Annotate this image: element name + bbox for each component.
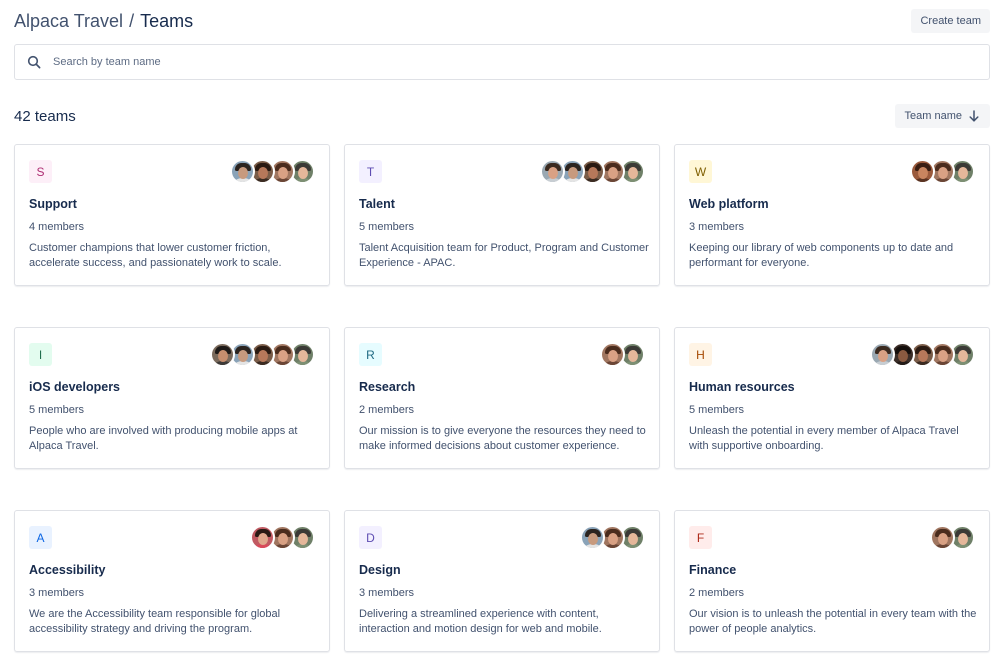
team-card[interactable]: F Finance 2 members Our vision is to unleas… xyxy=(674,510,990,652)
team-name[interactable]: Finance xyxy=(689,563,736,577)
search-icon xyxy=(27,55,41,69)
team-name[interactable]: Research xyxy=(359,380,415,394)
avatar[interactable] xyxy=(600,342,625,367)
team-card[interactable]: D Design 3 members Delivering a streamlined… xyxy=(344,510,660,652)
search-box[interactable] xyxy=(14,44,990,80)
team-description: Our mission is to give everyone the reso… xyxy=(359,425,646,452)
avatar[interactable] xyxy=(580,525,605,550)
page-header: Alpaca Travel / Teams Create team xyxy=(14,9,990,34)
team-grid: S Support 4 members Customer champions that… xyxy=(14,144,990,652)
member-avatars xyxy=(540,159,645,184)
team-card[interactable]: H Human resources 5 members Unleash the pot… xyxy=(674,327,990,469)
team-letter-badge: A xyxy=(29,526,52,549)
member-avatars xyxy=(210,342,315,367)
team-card[interactable]: R Research 2 members Our mission is to give… xyxy=(344,327,660,469)
breadcrumb: Alpaca Travel / Teams xyxy=(14,10,193,32)
avatar[interactable] xyxy=(540,159,565,184)
team-letter-badge: W xyxy=(689,160,712,183)
team-letter-badge: I xyxy=(29,343,52,366)
team-card[interactable]: T Talent 5 members Talent Acquisition team … xyxy=(344,144,660,286)
team-description: Delivering a streamlined experience with… xyxy=(359,608,602,635)
team-card[interactable]: S Support 4 members Customer champions that… xyxy=(14,144,330,286)
team-member-count: 3 members xyxy=(29,587,85,599)
team-member-count: 3 members xyxy=(689,221,745,233)
member-avatars xyxy=(910,159,975,184)
team-card[interactable]: IiOS developers 5 members People who are i… xyxy=(14,327,330,469)
team-description: People who are involved with producing m… xyxy=(29,425,298,452)
sort-button[interactable]: Team name xyxy=(894,104,990,128)
team-name[interactable]: Talent xyxy=(359,197,395,211)
avatar[interactable] xyxy=(930,525,955,550)
team-letter-badge: F xyxy=(689,526,712,549)
team-letter-badge: R xyxy=(359,343,382,366)
team-member-count: 2 members xyxy=(689,587,745,599)
avatar[interactable] xyxy=(210,342,235,367)
breadcrumb-separator: / xyxy=(129,11,135,31)
team-name[interactable]: Web platform xyxy=(689,197,769,211)
member-avatars xyxy=(230,159,315,184)
team-letter-badge: T xyxy=(359,160,382,183)
team-name[interactable]: Support xyxy=(29,197,77,211)
sort-button-label: Team name xyxy=(904,110,962,122)
team-count: 42 teams xyxy=(14,108,76,125)
member-avatars xyxy=(600,342,645,367)
arrow-down-icon xyxy=(968,110,980,122)
team-member-count: 5 members xyxy=(689,404,745,416)
search-input[interactable] xyxy=(53,56,953,68)
team-name[interactable]: iOS developers xyxy=(29,380,120,394)
team-description: Our vision is to unleash the potential i… xyxy=(689,608,977,635)
breadcrumb-parent-link[interactable]: Alpaca Travel xyxy=(14,11,123,31)
member-avatars xyxy=(930,525,975,550)
team-member-count: 5 members xyxy=(29,404,85,416)
team-name[interactable]: Human resources xyxy=(689,380,795,394)
member-avatars xyxy=(580,525,645,550)
team-letter-badge: D xyxy=(359,526,382,549)
team-letter-badge: H xyxy=(689,343,712,366)
team-member-count: 2 members xyxy=(359,404,415,416)
team-member-count: 4 members xyxy=(29,221,85,233)
team-name[interactable]: Design xyxy=(359,563,401,577)
team-name[interactable]: Accessibility xyxy=(29,563,105,577)
team-member-count: 3 members xyxy=(359,587,415,599)
team-description: Customer champions that lower customer f… xyxy=(29,242,282,269)
member-avatars xyxy=(250,525,315,550)
avatar[interactable] xyxy=(250,525,275,550)
team-description: Unleash the potential in every member of… xyxy=(689,425,959,452)
avatar[interactable] xyxy=(910,159,935,184)
create-team-button[interactable]: Create team xyxy=(911,9,990,33)
team-card[interactable]: A Accessibility 3 members We are the Access… xyxy=(14,510,330,652)
team-letter-badge: S xyxy=(29,160,52,183)
team-member-count: 5 members xyxy=(359,221,415,233)
team-description: Talent Acquisition team for Product, Pro… xyxy=(359,242,649,269)
member-avatars xyxy=(870,342,975,367)
team-description: Keeping our library of web components up… xyxy=(689,242,954,269)
team-description: We are the Accessibility team responsibl… xyxy=(29,608,281,635)
avatar[interactable] xyxy=(870,342,895,367)
page-title: Teams xyxy=(140,11,194,31)
avatar[interactable] xyxy=(230,159,255,184)
team-card[interactable]: W Web platform 3 members Keeping our librar… xyxy=(674,144,990,286)
